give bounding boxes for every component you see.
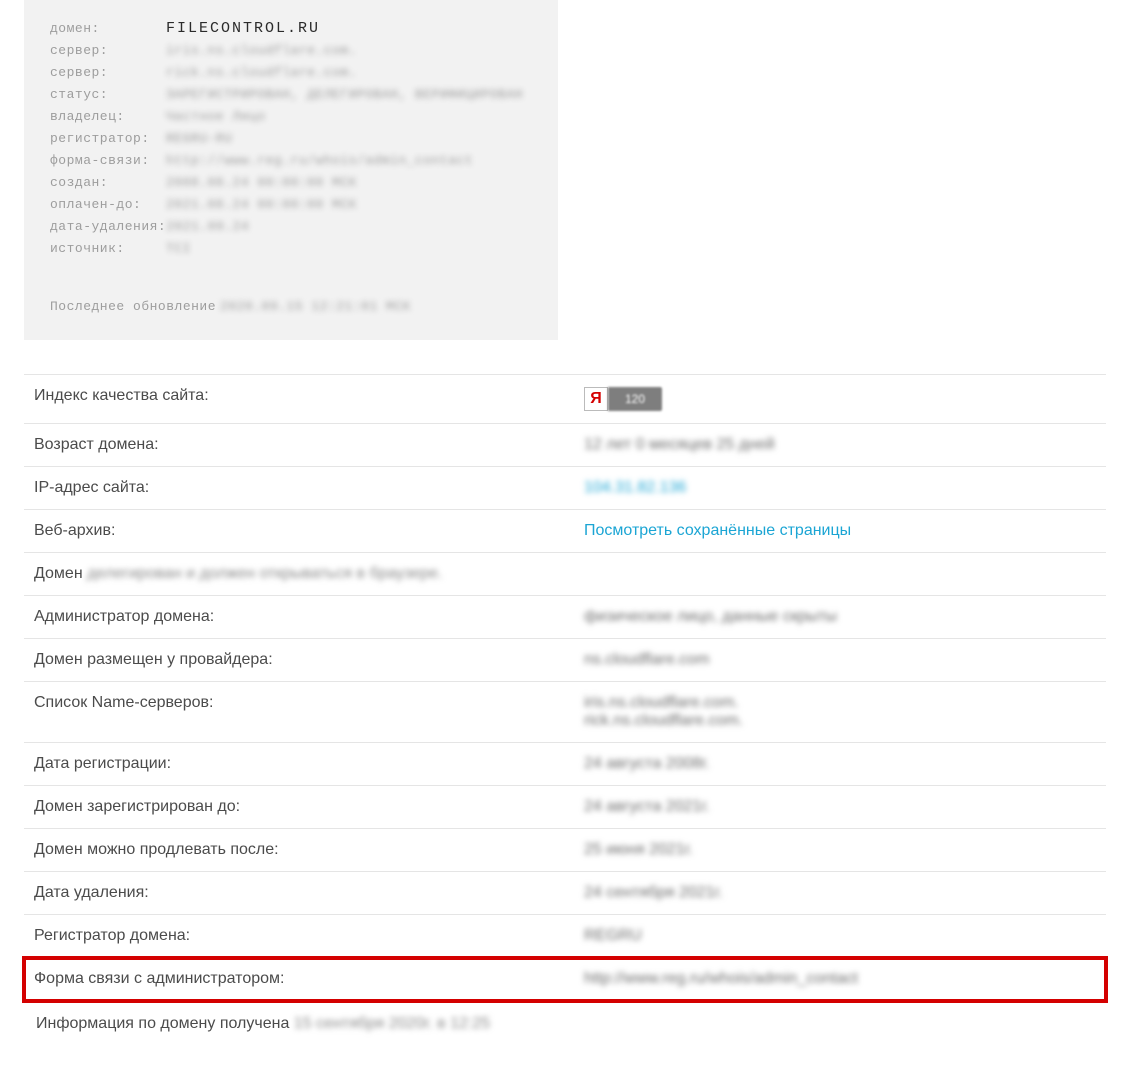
ip-label: IP-адрес сайта: <box>34 479 584 497</box>
row-provider: Домен размещен у провайдера: ns.cloudfla… <box>24 639 1106 682</box>
admin-value: физическое лицо, данные скрыты <box>584 608 1096 626</box>
whois-row: создан: 2008.08.24 00:00:00 МСК <box>50 172 538 194</box>
whois-value: ЗАРЕГИСТРИРОВАН, ДЕЛЕГИРОВАН, ВЕРИФИЦИРО… <box>166 84 523 106</box>
delegated-rest: делегирован и должен открываться в брауз… <box>87 565 442 582</box>
row-ns: Список Name-серверов: iris.ns.cloudflare… <box>24 682 1106 743</box>
whois-row: владелец: Частное Лицо <box>50 106 538 128</box>
delegated-prefix: Домен <box>34 565 87 582</box>
provider-value: ns.cloudflare.com <box>584 651 1096 669</box>
whois-label: дата-удаления: <box>50 216 166 238</box>
row-until: Домен зарегистрирован до: 24 августа 202… <box>24 786 1106 829</box>
iq-value: Я 120 <box>584 387 1096 411</box>
whois-row: дата-удаления: 2021.09.24 <box>50 216 538 238</box>
regdate-label: Дата регистрации: <box>34 755 584 773</box>
info-table: Индекс качества сайта: Я 120 Возраст дом… <box>24 374 1106 1001</box>
whois-label: домен: <box>50 18 166 40</box>
whois-row: источник: TCI <box>50 238 538 260</box>
ns-label: Список Name-серверов: <box>34 694 584 712</box>
whois-row: регистратор: REGRU-RU <box>50 128 538 150</box>
page: домен: FILECONTROL.RU сервер: iris.ns.cl… <box>0 0 1130 1073</box>
whois-label: статус: <box>50 84 166 106</box>
whois-domain: FILECONTROL.RU <box>166 18 320 40</box>
whois-value: iris.ns.cloudflare.com. <box>166 40 357 62</box>
whois-value: 2021.08.24 00:00:00 МСК <box>166 194 357 216</box>
delete-label: Дата удаления: <box>34 884 584 902</box>
whois-label: создан: <box>50 172 166 194</box>
archive-label: Веб-архив: <box>34 522 584 540</box>
whois-value: 2021.09.24 <box>166 216 249 238</box>
row-archive: Веб-архив: Посмотреть сохранённые страни… <box>24 510 1106 553</box>
whois-footer: Последнее обновление 2020.09.15 12:21:01… <box>50 296 538 318</box>
ns-value: iris.ns.cloudflare.com. rick.ns.cloudfla… <box>584 694 1096 730</box>
row-regdate: Дата регистрации: 24 августа 2008г. <box>24 743 1106 786</box>
registrar-value: REGRU <box>584 927 1096 945</box>
whois-block: домен: FILECONTROL.RU сервер: iris.ns.cl… <box>24 0 558 340</box>
ya-icon: Я <box>584 387 608 411</box>
until-label: Домен зарегистрирован до: <box>34 798 584 816</box>
whois-row: сервер: rick.ns.cloudflare.com. <box>50 62 538 84</box>
admin-label: Администратор домена: <box>34 608 584 626</box>
provider-label: Домен размещен у провайдера: <box>34 651 584 669</box>
footer-prefix: Информация по домену получена <box>36 1015 294 1032</box>
ns2: rick.ns.cloudflare.com. <box>584 712 1096 730</box>
age-label: Возраст домена: <box>34 436 584 454</box>
whois-value: http://www.reg.ru/whois/admin_contact <box>166 150 473 172</box>
whois-value: 2008.08.24 00:00:00 МСК <box>166 172 357 194</box>
whois-value: Частное Лицо <box>166 106 266 128</box>
row-ip: IP-адрес сайта: 104.31.82.136 <box>24 467 1106 510</box>
footer-rest: 15 сентября 2020г. в 12:25 <box>294 1015 490 1032</box>
row-contact-form: Форма связи с администратором: http://ww… <box>24 958 1106 1001</box>
row-registrar: Регистратор домена: REGRU <box>24 915 1106 958</box>
row-delete: Дата удаления: 24 сентября 2021г. <box>24 872 1106 915</box>
whois-value: REGRU-RU <box>166 128 232 150</box>
iq-label: Индекс качества сайта: <box>34 387 584 405</box>
whois-row: сервер: iris.ns.cloudflare.com. <box>50 40 538 62</box>
registrar-label: Регистратор домена: <box>34 927 584 945</box>
whois-label: источник: <box>50 238 166 260</box>
delete-value: 24 сентября 2021г. <box>584 884 1096 902</box>
whois-row: домен: FILECONTROL.RU <box>50 18 538 40</box>
whois-row: статус: ЗАРЕГИСТРИРОВАН, ДЕЛЕГИРОВАН, ВЕ… <box>50 84 538 106</box>
regdate-value: 24 августа 2008г. <box>584 755 1096 773</box>
whois-row: оплачен-до: 2021.08.24 00:00:00 МСК <box>50 194 538 216</box>
whois-label: регистратор: <box>50 128 166 150</box>
archive-link[interactable]: Посмотреть сохранённые страницы <box>584 522 1096 540</box>
whois-label: форма-связи: <box>50 150 166 172</box>
contact-label: Форма связи с администратором: <box>34 970 584 988</box>
age-value: 12 лет 0 месяцев 25 дней <box>584 436 1096 454</box>
whois-footer-value: 2020.09.15 12:21:01 МСК <box>220 296 411 318</box>
whois-row: форма-связи: http://www.reg.ru/whois/adm… <box>50 150 538 172</box>
contact-value: http://www.reg.ru/whois/admin_contact <box>584 970 1096 988</box>
whois-value: TCI <box>166 238 191 260</box>
row-iq: Индекс качества сайта: Я 120 <box>24 374 1106 424</box>
row-renew: Домен можно продлевать после: 25 июня 20… <box>24 829 1106 872</box>
renew-label: Домен можно продлевать после: <box>34 841 584 859</box>
info-footer: Информация по домену получена 15 сентябр… <box>36 1015 1130 1033</box>
ns1: iris.ns.cloudflare.com. <box>584 694 1096 712</box>
whois-footer-label: Последнее обновление <box>50 296 216 318</box>
yandex-iq-badge: Я 120 <box>584 387 662 411</box>
delegated-text: Домен делегирован и должен открываться в… <box>34 565 1096 583</box>
iq-number: 120 <box>608 387 662 411</box>
whois-value: rick.ns.cloudflare.com. <box>166 62 357 84</box>
ip-link[interactable]: 104.31.82.136 <box>584 479 1096 497</box>
row-admin: Администратор домена: физическое лицо, д… <box>24 596 1106 639</box>
renew-value: 25 июня 2021г. <box>584 841 1096 859</box>
whois-label: сервер: <box>50 62 166 84</box>
until-value: 24 августа 2021г. <box>584 798 1096 816</box>
row-age: Возраст домена: 12 лет 0 месяцев 25 дней <box>24 424 1106 467</box>
whois-label: оплачен-до: <box>50 194 166 216</box>
whois-label: сервер: <box>50 40 166 62</box>
whois-label: владелец: <box>50 106 166 128</box>
row-delegated: Домен делегирован и должен открываться в… <box>24 553 1106 596</box>
